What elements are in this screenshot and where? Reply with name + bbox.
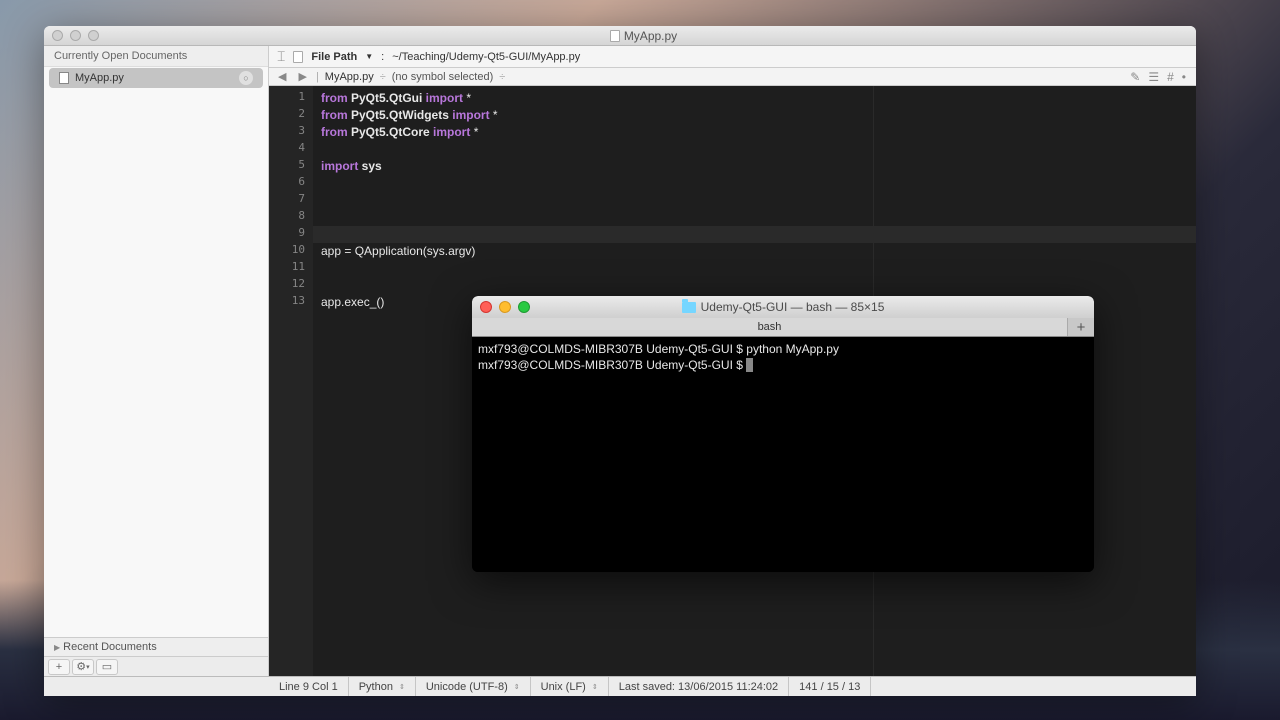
nav-back-icon[interactable]: ◀ — [275, 70, 289, 83]
path-label[interactable]: File Path — [311, 51, 357, 63]
status-language[interactable]: Python⇕ — [349, 677, 416, 696]
status-last-saved[interactable]: Last saved: 13/06/2015 11:24:02 — [609, 677, 789, 696]
line-number: 8 — [269, 209, 313, 226]
close-icon[interactable] — [480, 301, 492, 313]
symbol-selector[interactable]: (no symbol selected) — [392, 71, 494, 83]
code-line[interactable] — [321, 260, 1188, 277]
code-line[interactable] — [321, 209, 1188, 226]
disclosure-icon: ▶ — [54, 643, 60, 652]
line-number: 7 — [269, 192, 313, 209]
blank-doc-icon[interactable] — [293, 51, 303, 63]
sidebar: Currently Open Documents MyApp.py ○ ▶ Re… — [44, 46, 269, 676]
editor-titlebar[interactable]: MyApp.py — [44, 26, 1196, 46]
code-line[interactable]: import sys — [321, 158, 1188, 175]
zoom-icon[interactable] — [88, 30, 99, 41]
folder-icon — [682, 302, 696, 313]
sidebar-item-myapp[interactable]: MyApp.py ○ — [49, 68, 263, 88]
cursor-icon — [746, 358, 753, 372]
sidebar-toolbar: + ⚙▾ ▭ — [44, 656, 268, 676]
code-line[interactable]: from PyQt5.QtCore import * — [321, 124, 1188, 141]
code-line[interactable]: from PyQt5.QtGui import * — [321, 90, 1188, 107]
recent-label: Recent Documents — [63, 641, 157, 653]
line-gutter: 12345678910111213 — [269, 86, 313, 676]
line-number: 4 — [269, 141, 313, 158]
line-number: 2 — [269, 107, 313, 124]
divider: ÷ — [499, 71, 505, 83]
code-line[interactable] — [321, 141, 1188, 158]
status-encoding[interactable]: Unicode (UTF-8)⇕ — [416, 677, 531, 696]
add-button[interactable]: + — [48, 659, 70, 675]
terminal-titlebar[interactable]: Udemy-Qt5-GUI — bash — 85×15 — [472, 296, 1094, 318]
file-path[interactable]: ~/Teaching/Udemy-Qt5-GUI/MyApp.py — [392, 51, 580, 63]
terminal-body[interactable]: mxf793@COLMDS-MIBR307B Udemy-Qt5-GUI $ p… — [472, 337, 1094, 572]
code-line[interactable]: app = QApplication(sys.argv) — [321, 243, 1188, 260]
text-cursor-icon: ⌶ — [277, 48, 285, 65]
recent-docs-header[interactable]: ▶ Recent Documents — [44, 637, 268, 656]
line-number: 1 — [269, 90, 313, 107]
line-number: 10 — [269, 243, 313, 260]
status-cursor-pos[interactable]: Line 9 Col 1 — [269, 677, 349, 696]
bullet-icon[interactable]: • — [1182, 70, 1186, 84]
close-icon[interactable] — [52, 30, 63, 41]
minimize-icon[interactable] — [70, 30, 81, 41]
new-tab-button[interactable]: + — [1068, 318, 1094, 336]
dropdown-icon[interactable]: ▼ — [365, 52, 373, 61]
terminal-title: Udemy-Qt5-GUI — bash — 85×15 — [472, 300, 1094, 314]
minimize-icon[interactable] — [499, 301, 511, 313]
terminal-tab-bash[interactable]: bash — [472, 318, 1068, 336]
terminal-line: mxf793@COLMDS-MIBR307B Udemy-Qt5-GUI $ — [478, 357, 1088, 373]
status-bar: Line 9 Col 1 Python⇕ Unicode (UTF-8)⇕ Un… — [44, 676, 1196, 696]
window-title: MyApp.py — [99, 29, 1188, 43]
hash-icon[interactable]: # — [1167, 70, 1174, 84]
close-doc-icon[interactable]: ○ — [239, 71, 253, 85]
title-text: MyApp.py — [624, 29, 677, 43]
path-separator: : — [381, 51, 384, 63]
code-line[interactable]: from PyQt5.QtWidgets import * — [321, 107, 1188, 124]
path-bar: ⌶ File Path ▼ : ~/Teaching/Udemy-Qt5-GUI… — [269, 46, 1196, 68]
code-line[interactable] — [321, 277, 1188, 294]
jump-file[interactable]: MyApp.py — [325, 71, 374, 83]
code-line[interactable] — [321, 175, 1188, 192]
open-docs-header: Currently Open Documents — [44, 46, 268, 67]
terminal-tabbar: bash + — [472, 318, 1094, 337]
code-line[interactable] — [313, 226, 1196, 243]
line-number: 9 — [269, 226, 313, 243]
pencil-icon[interactable]: ✎ — [1130, 70, 1140, 84]
divider: ÷ — [380, 71, 386, 83]
document-icon — [610, 30, 620, 42]
jump-bar: ◀ ▶ | MyApp.py ÷ (no symbol selected) ÷ … — [269, 68, 1196, 86]
line-number: 11 — [269, 260, 313, 277]
terminal-traffic-lights — [480, 301, 530, 313]
line-number: 5 — [269, 158, 313, 175]
line-number: 13 — [269, 294, 313, 311]
code-line[interactable] — [321, 192, 1188, 209]
zoom-icon[interactable] — [518, 301, 530, 313]
nav-forward-icon[interactable]: ▶ — [295, 70, 309, 83]
gear-button[interactable]: ⚙▾ — [72, 659, 94, 675]
terminal-window: Udemy-Qt5-GUI — bash — 85×15 bash + mxf7… — [472, 296, 1094, 572]
file-label: MyApp.py — [75, 72, 124, 84]
line-number: 3 — [269, 124, 313, 141]
line-number: 6 — [269, 175, 313, 192]
traffic-lights — [52, 30, 99, 41]
terminal-line: mxf793@COLMDS-MIBR307B Udemy-Qt5-GUI $ p… — [478, 341, 1088, 357]
list-icon[interactable]: ☰ — [1148, 70, 1159, 84]
line-number: 12 — [269, 277, 313, 294]
panel-button[interactable]: ▭ — [96, 659, 118, 675]
status-line-endings[interactable]: Unix (LF)⇕ — [531, 677, 609, 696]
status-counts[interactable]: 141 / 15 / 13 — [789, 677, 871, 696]
file-icon — [59, 72, 69, 84]
